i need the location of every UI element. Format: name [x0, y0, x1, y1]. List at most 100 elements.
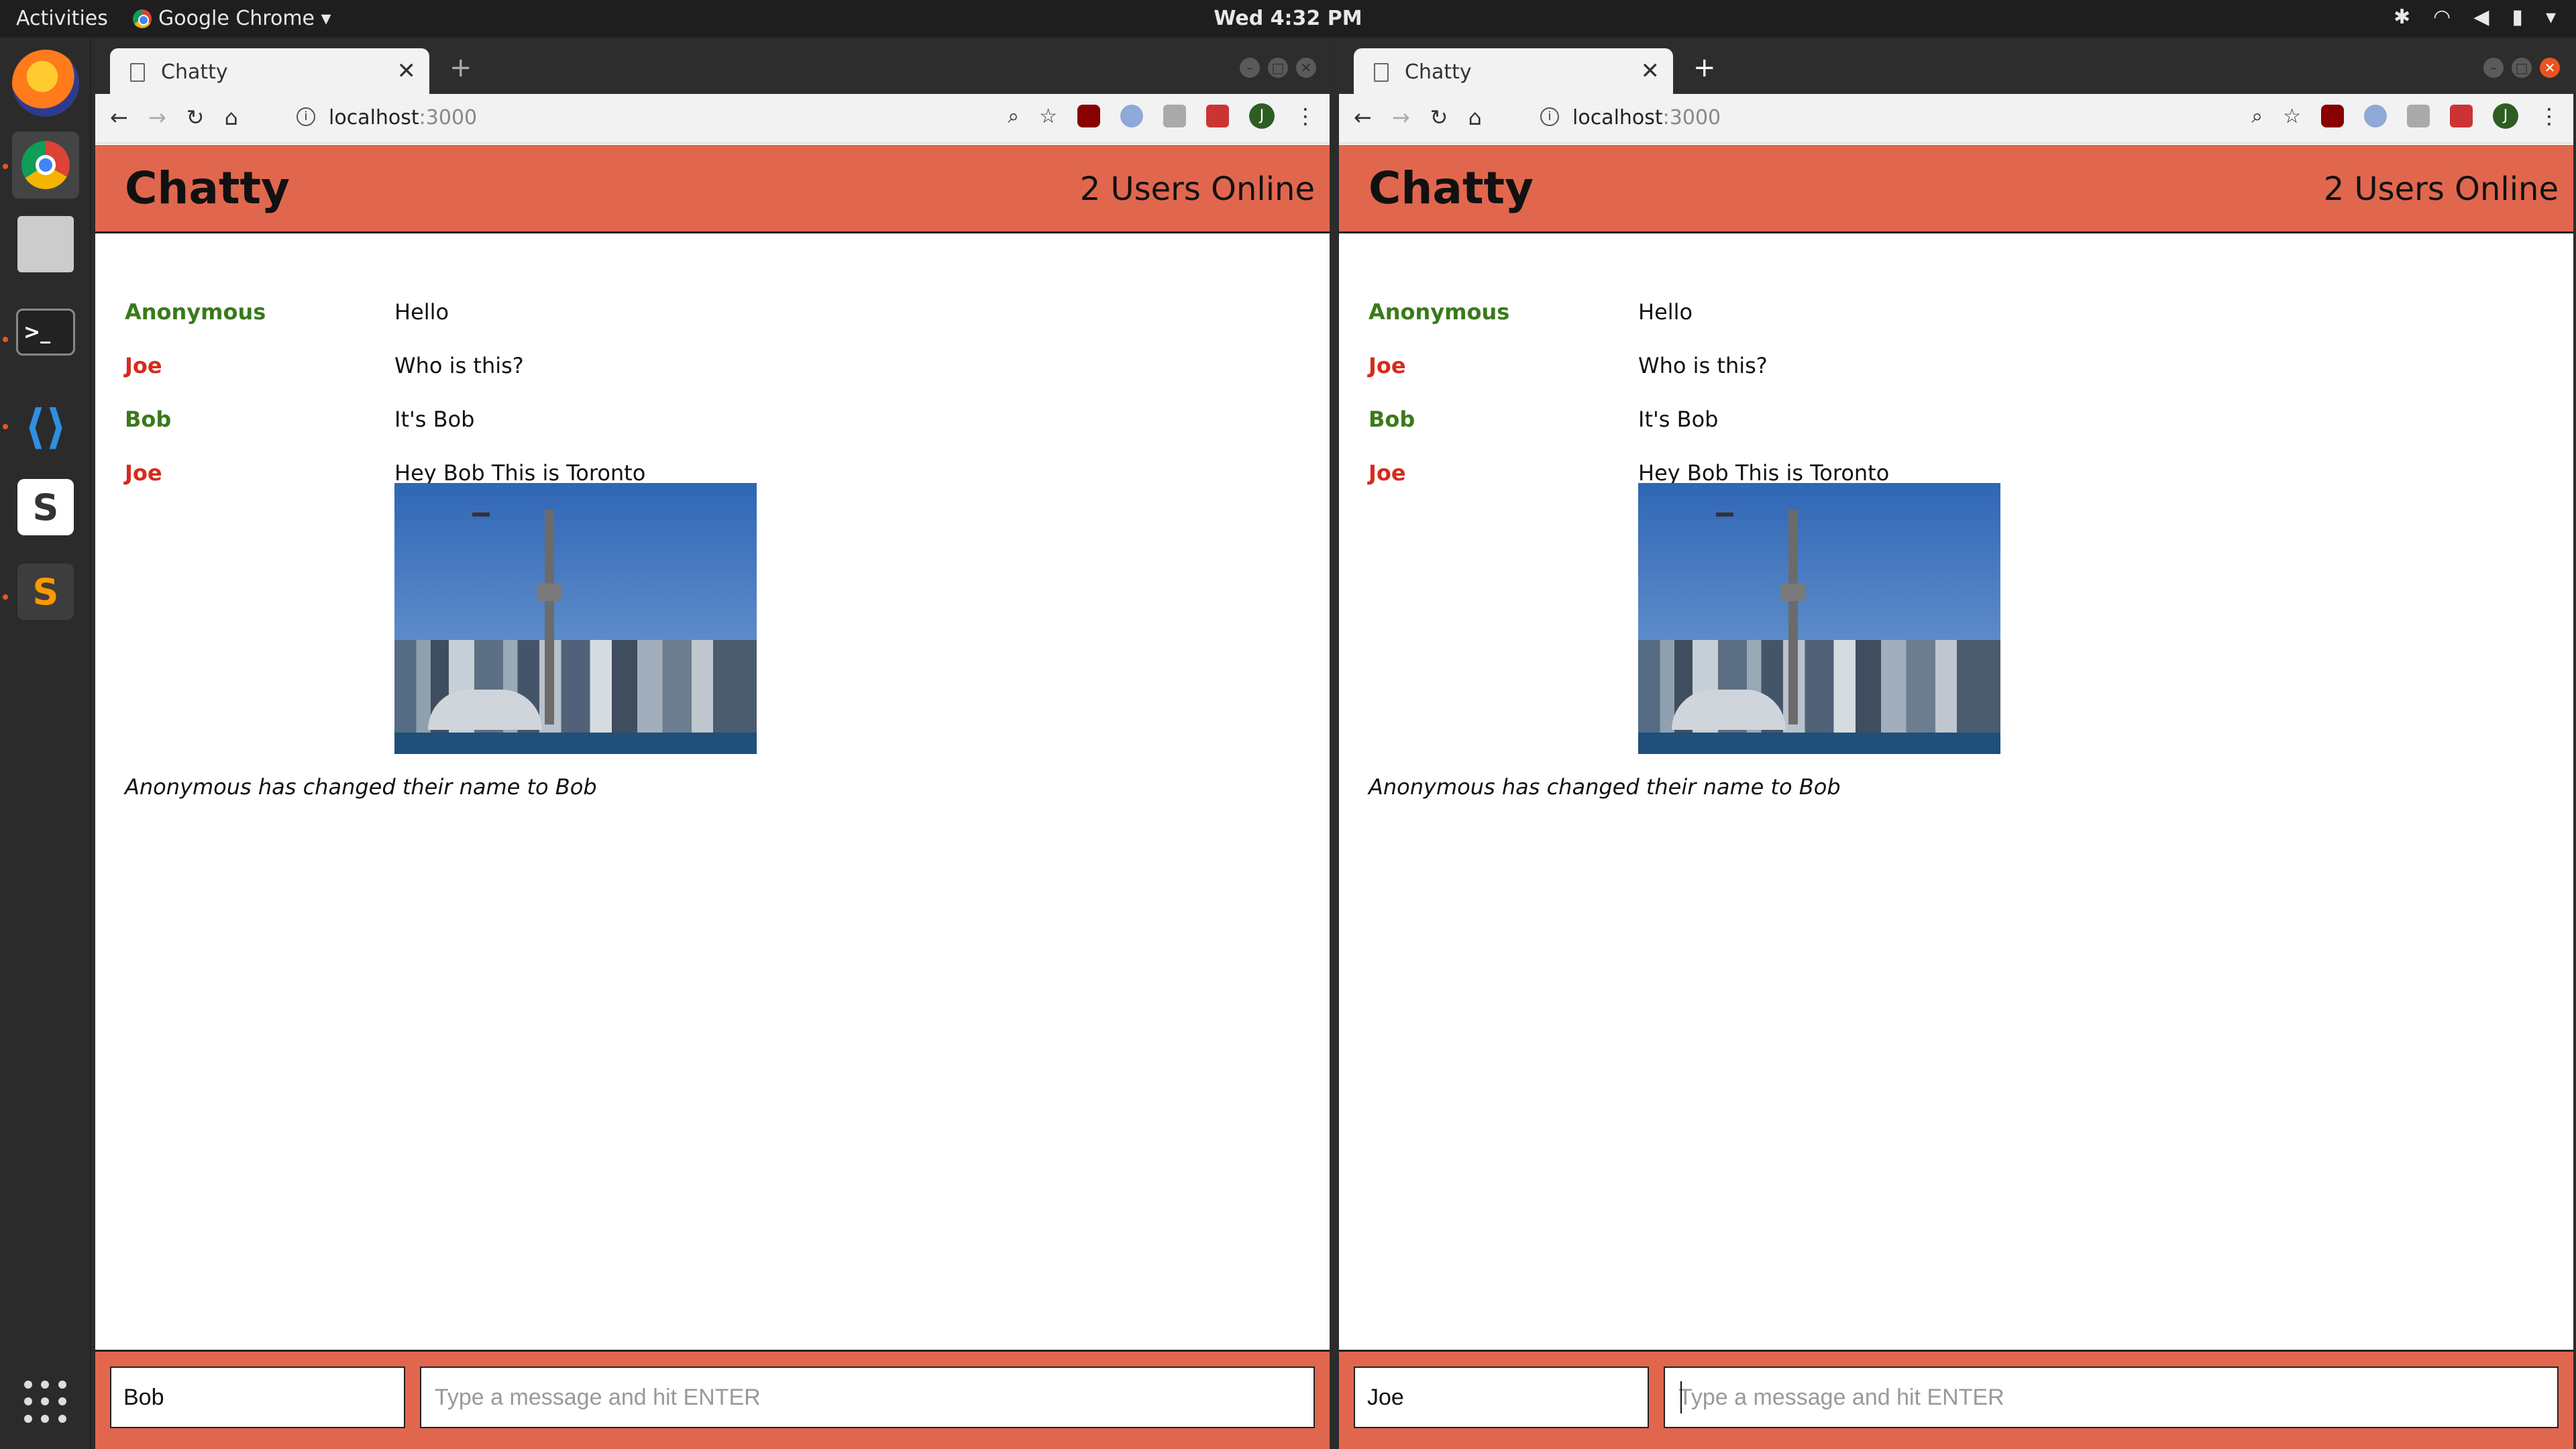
username-input[interactable] — [1354, 1366, 1649, 1428]
vscode-icon[interactable]: ⟨⟩ — [12, 393, 79, 460]
address-bar[interactable]: localhost:3000 — [329, 106, 477, 129]
system-menu-icon[interactable]: ▾ — [2546, 5, 2556, 29]
message-content: Hello — [1638, 299, 1693, 325]
message-content: Hey Bob This is Toronto — [1638, 460, 1890, 486]
message-content: Hello — [394, 299, 449, 325]
tab-close-icon[interactable]: ✕ — [1641, 58, 1660, 85]
volume-muted-icon: ◀ — [2473, 5, 2489, 29]
message-username: Anonymous — [125, 299, 266, 325]
zoom-icon[interactable]: ⌕ — [1008, 105, 1019, 128]
message-input[interactable] — [1664, 1366, 2559, 1428]
tab-chatty[interactable]: Chatty ✕ — [110, 48, 429, 94]
page-icon — [1374, 63, 1389, 82]
profile-avatar[interactable]: J — [1249, 103, 1275, 129]
clock[interactable]: Wed 4:32 PM — [0, 7, 2576, 30]
battery-icon: ▮ — [2512, 5, 2523, 29]
forward-icon[interactable]: → — [1392, 105, 1410, 130]
app-brand: Chatty — [125, 162, 290, 214]
extension-icon[interactable] — [2450, 105, 2473, 127]
home-icon[interactable]: ⌂ — [1468, 105, 1481, 130]
address-bar[interactable]: localhost:3000 — [1572, 106, 1721, 129]
minimize-icon[interactable]: – — [2483, 58, 2504, 78]
app-header: Chatty 2 Users Online — [1339, 145, 2573, 233]
app-header: Chatty 2 Users Online — [95, 145, 1330, 233]
extension-icon[interactable] — [1206, 105, 1229, 127]
wifi-icon: ◠ — [2433, 5, 2451, 29]
settings-icon[interactable]: ✱ — [2394, 5, 2410, 29]
chrome-dock-icon[interactable] — [12, 131, 79, 199]
zoom-icon[interactable]: ⌕ — [2251, 105, 2263, 128]
sublime-text-icon[interactable]: S — [17, 564, 74, 620]
bookmark-star-icon[interactable]: ☆ — [2283, 105, 2301, 128]
window-controls: – □ ✕ — [2483, 58, 2560, 78]
tab-close-icon[interactable]: ✕ — [397, 58, 417, 85]
name-change-notification: Anonymous has changed their name to Bob — [1368, 774, 1841, 800]
browser-toolbar: ← → ↻ ⌂ i localhost:3000 ⌕ ☆ J ⋮ — [1339, 94, 2573, 144]
ublock-extension-icon[interactable] — [2321, 105, 2344, 127]
terminal-icon[interactable]: >_ — [16, 309, 75, 356]
browser-toolbar: ← → ↻ ⌂ i localhost:3000 ⌕ ☆ J ⋮ — [95, 94, 1330, 144]
name-change-notification: Anonymous has changed their name to Bob — [125, 774, 597, 800]
tab-strip: Chatty ✕ + – □ ✕ — [1339, 38, 2573, 94]
slack-icon[interactable]: S — [17, 479, 74, 535]
back-icon[interactable]: ← — [1354, 105, 1372, 130]
maximize-icon[interactable]: □ — [1268, 58, 1288, 78]
message-username: Joe — [1368, 353, 1406, 378]
message-content: Who is this? — [394, 353, 524, 378]
menu-kebab-icon[interactable]: ⋮ — [1295, 103, 1316, 129]
page-icon — [130, 63, 145, 82]
new-tab-button[interactable]: + — [1693, 52, 1716, 83]
system-tray[interactable]: ✱ ◠ ◀ ▮ ▾ — [2394, 5, 2556, 29]
forward-icon[interactable]: → — [148, 105, 166, 130]
reload-icon[interactable]: ↻ — [186, 105, 205, 130]
menu-kebab-icon[interactable]: ⋮ — [2538, 103, 2560, 129]
window-divider — [1330, 38, 1339, 1449]
minimize-icon[interactable]: – — [1240, 58, 1260, 78]
extension-icon[interactable] — [1120, 105, 1143, 127]
bookmark-star-icon[interactable]: ☆ — [1039, 105, 1057, 128]
message-username: Joe — [125, 353, 162, 378]
message-content: It's Bob — [1638, 407, 1719, 432]
browser-window-left: Chatty ✕ + – □ ✕ ← → ↻ ⌂ i localhost:300… — [95, 38, 1330, 1449]
back-icon[interactable]: ← — [110, 105, 128, 130]
show-apps-icon[interactable] — [24, 1381, 67, 1424]
maximize-icon[interactable]: □ — [2512, 58, 2532, 78]
reload-icon[interactable]: ↻ — [1430, 105, 1448, 130]
new-tab-button[interactable]: + — [449, 52, 472, 83]
toronto-skyline-image — [1638, 483, 2000, 754]
extension-icon[interactable] — [2407, 105, 2430, 127]
chat-composer — [95, 1350, 1330, 1449]
message-username: Joe — [125, 460, 162, 486]
close-window-icon[interactable]: ✕ — [2540, 58, 2560, 78]
message-content: Who is this? — [1638, 353, 1768, 378]
profile-avatar[interactable]: J — [2493, 103, 2518, 129]
ublock-extension-icon[interactable] — [1077, 105, 1100, 127]
users-online-count: 2 Users Online — [2323, 170, 2559, 208]
files-icon[interactable] — [17, 216, 74, 272]
message-username: Bob — [125, 407, 172, 432]
close-window-icon[interactable]: ✕ — [1296, 58, 1316, 78]
top-bar: Activities Google Chrome ▾ Wed 4:32 PM ✱… — [0, 0, 2576, 38]
tab-strip: Chatty ✕ + – □ ✕ — [95, 38, 1330, 94]
message-input[interactable] — [420, 1366, 1315, 1428]
message-username: Bob — [1368, 407, 1415, 432]
message-content: Hey Bob This is Toronto — [394, 460, 646, 486]
toronto-skyline-image — [394, 483, 757, 754]
site-info-icon[interactable]: i — [297, 107, 315, 126]
tab-chatty[interactable]: Chatty ✕ — [1354, 48, 1673, 94]
message-content: It's Bob — [394, 407, 475, 432]
firefox-icon[interactable] — [12, 50, 79, 117]
app-brand: Chatty — [1368, 162, 1534, 214]
site-info-icon[interactable]: i — [1540, 107, 1559, 126]
extension-icon[interactable] — [2364, 105, 2387, 127]
browser-window-right: Chatty ✕ + – □ ✕ ← → ↻ ⌂ i localhost:300… — [1339, 38, 2573, 1449]
chat-composer — [1339, 1350, 2573, 1449]
username-input[interactable] — [110, 1366, 405, 1428]
window-controls: – □ ✕ — [1240, 58, 1316, 78]
home-icon[interactable]: ⌂ — [224, 105, 237, 130]
message-username: Anonymous — [1368, 299, 1510, 325]
extension-icon[interactable] — [1163, 105, 1186, 127]
message-username: Joe — [1368, 460, 1406, 486]
tab-title: Chatty — [1405, 60, 1472, 84]
users-online-count: 2 Users Online — [1079, 170, 1315, 208]
